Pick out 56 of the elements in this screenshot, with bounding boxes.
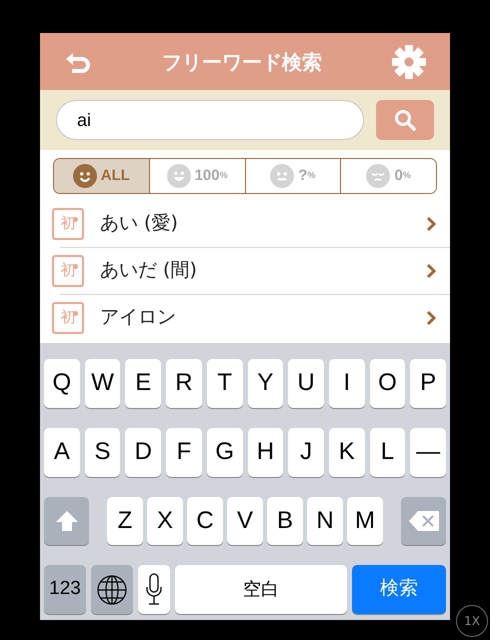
key[interactable]: J [288,428,324,476]
result-row[interactable]: 初 あいだ (間) [40,247,450,294]
result-word: アイロン [100,305,176,330]
result-row[interactable]: 初 アイロン [40,294,450,341]
smiley-icon [72,164,97,188]
key[interactable]: B [267,496,303,546]
key[interactable]: — [410,428,446,476]
key[interactable]: Z [107,496,143,546]
key[interactable]: H [248,428,284,476]
smiley-icon [166,164,191,188]
backspace-icon[interactable] [401,496,446,546]
key[interactable]: A [44,428,80,476]
key[interactable]: X [147,496,183,546]
key[interactable]: G [206,428,243,476]
key[interactable]: O [370,359,406,408]
result-word: あいだ (間) [100,258,197,284]
screen-title: フリーワード検索 [162,48,322,76]
level-badge: 初 [52,208,84,240]
key[interactable]: T [206,359,243,408]
key[interactable]: E [125,359,162,408]
key[interactable]: K [328,428,365,476]
chevron-icon [426,216,436,232]
globe-icon[interactable] [91,565,133,614]
key[interactable]: V [227,496,263,546]
key[interactable]: N [307,496,343,546]
key[interactable]: R [166,359,202,408]
key[interactable]: I [328,359,365,408]
search-key[interactable]: 検索 [352,565,446,614]
search-field[interactable]: ai [56,100,364,140]
key[interactable]: Y [248,359,284,408]
level-badge: 初 [52,254,84,286]
key[interactable]: F [166,428,202,476]
key[interactable]: C [187,496,223,546]
numbers-key[interactable]: 123 [44,565,86,614]
key[interactable]: U [288,359,324,408]
key[interactable]: Q [44,359,80,408]
smiley-icon [270,164,294,188]
result-word: あい (愛) [100,211,178,236]
microphone-icon[interactable] [138,565,170,614]
result-row[interactable]: 初 あい (愛) [40,200,450,247]
chevron-icon [426,262,436,278]
key[interactable]: W [84,359,120,408]
key[interactable]: D [125,428,162,476]
key[interactable]: L [370,428,406,476]
key[interactable]: P [410,359,446,408]
chevron-icon [426,310,436,326]
key[interactable]: M [347,496,383,546]
shift-icon[interactable] [44,496,89,546]
search-icon [394,109,416,131]
sleepy-face-icon [366,164,390,188]
zoom-badge[interactable]: 1X [456,605,488,637]
space-key[interactable]: 空白 [175,565,347,614]
key[interactable]: S [84,428,120,476]
search-button[interactable] [376,100,434,140]
level-badge: 初 [52,302,84,334]
settings-icon[interactable] [392,44,426,78]
